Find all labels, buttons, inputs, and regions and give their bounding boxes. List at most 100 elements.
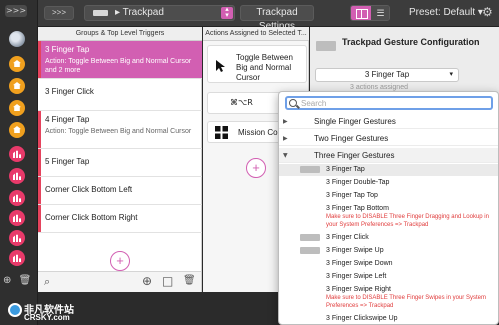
triggers-column-header: Groups & Top Level Triggers xyxy=(38,27,202,41)
gesture-popover: ▶ Single Finger Gestures ▶ Two Finger Ge… xyxy=(278,91,499,325)
add-trigger-button[interactable]: + xyxy=(110,251,130,271)
group-three-finger[interactable]: ▼ Three Finger Gestures xyxy=(279,148,498,163)
disclosure-right-icon: ▶ xyxy=(283,135,288,142)
home-icon[interactable] xyxy=(9,56,25,72)
trigger-color-bar xyxy=(38,149,41,176)
gesture-item[interactable]: 3 Finger Tap Bottom Make sure to DISABLE… xyxy=(279,203,498,231)
watermark: 非凡软件站 CRSKY.com xyxy=(6,299,96,325)
action-item[interactable]: Toggle Between Big and Normal Cursor xyxy=(207,45,307,83)
gesture-warning: Make sure to DISABLE Three Finger Swipes… xyxy=(326,295,486,309)
trigger-row[interactable]: 3 Finger Click xyxy=(38,79,202,111)
gesture-item[interactable]: 3 Finger Tap Top xyxy=(279,190,498,202)
gesture-item[interactable]: 3 Finger Double-Tap xyxy=(279,177,498,189)
watermark-logo xyxy=(8,303,22,317)
trackpad-icon xyxy=(300,234,320,241)
action-label: ⌘⌥R xyxy=(230,98,253,107)
cursor-icon xyxy=(216,60,225,72)
action-label: Toggle Between Big and Normal Cursor xyxy=(236,53,293,82)
chart-icon[interactable] xyxy=(9,250,25,266)
folder-icon[interactable]: □ xyxy=(162,274,173,288)
gesture-label: 3 Finger Double-Tap xyxy=(326,179,390,186)
globe-icon[interactable] xyxy=(9,31,25,47)
select-arrows-icon: ▴ ▾ xyxy=(221,6,233,19)
group-label: Single Finger Gestures xyxy=(314,117,396,126)
triggers-list: 3 Finger Tap Action: Toggle Between Big … xyxy=(38,41,202,271)
gesture-item[interactable]: 3 Finger Clickswipe Up xyxy=(279,313,498,324)
chart-icon[interactable] xyxy=(9,230,25,246)
trash-icon[interactable]: 🗑 xyxy=(19,275,32,286)
group-label: Two Finger Gestures xyxy=(314,134,389,143)
column-view-icon[interactable] xyxy=(351,6,371,20)
gesture-label: 3 Finger Swipe Right xyxy=(326,286,391,293)
watermark-line2: CRSKY.com xyxy=(24,313,70,322)
gesture-label: 3 Finger Tap Top xyxy=(326,192,378,199)
trigger-title: Corner Click Bottom Right xyxy=(45,213,138,222)
chart-icon[interactable] xyxy=(9,190,25,206)
trigger-title: 3 Finger Click xyxy=(45,87,94,96)
trigger-row[interactable]: Corner Click Bottom Left xyxy=(38,177,202,205)
search-icon xyxy=(289,99,297,107)
gesture-label: 3 Finger Swipe Down xyxy=(326,260,393,267)
chart-icon[interactable] xyxy=(9,146,25,162)
config-title: Trackpad Gesture Configuration xyxy=(342,37,480,47)
gesture-item[interactable]: 3 Finger Swipe Right Make sure to DISABL… xyxy=(279,284,498,312)
toolbar: >>> ▸ Trackpad ▴▾ Trackpad Settings ☰ Pr… xyxy=(38,0,499,32)
trash-icon[interactable]: 🗑 xyxy=(183,275,196,286)
trackpad-icon xyxy=(316,41,336,51)
gesture-label: 3 Finger Swipe Left xyxy=(326,273,387,280)
chart-icon[interactable] xyxy=(9,168,25,184)
view-toggle[interactable]: ☰ xyxy=(350,5,390,21)
home-icon[interactable] xyxy=(9,78,25,94)
add-group-icon[interactable]: ⊕ xyxy=(142,274,152,288)
actions-hint: 3 actions assigned xyxy=(350,84,408,91)
gesture-label: 3 Finger Tap xyxy=(326,166,365,173)
gesture-item[interactable]: 3 Finger Swipe Down xyxy=(279,258,498,270)
trigger-color-bar xyxy=(38,41,41,78)
group-label: Three Finger Gestures xyxy=(314,151,395,160)
gesture-item[interactable]: 3 Finger Swipe Up xyxy=(279,245,498,257)
collapse-button[interactable]: >>> xyxy=(44,6,74,20)
trigger-color-bar xyxy=(38,111,41,148)
trigger-title: 5 Finger Tap xyxy=(45,157,90,166)
home-icon[interactable] xyxy=(9,122,25,138)
gesture-item[interactable]: 3 Finger Tap xyxy=(279,164,498,176)
gesture-item[interactable]: 3 Finger Click xyxy=(279,232,498,244)
trigger-row[interactable]: 4 Finger Tap Action: Toggle Between Big … xyxy=(38,111,202,149)
device-select-label: ▸ Trackpad xyxy=(115,7,164,18)
add-action-button[interactable]: + xyxy=(246,158,266,178)
gesture-label: 3 Finger Clickswipe Up xyxy=(326,315,398,322)
device-select[interactable]: ▸ Trackpad ▴ ▾ xyxy=(84,5,235,21)
trackpad-settings-button[interactable]: Trackpad Settings xyxy=(240,5,314,32)
home-icon[interactable] xyxy=(9,100,25,116)
app-sidebar-footer: ⊕ 🗑 xyxy=(3,275,31,286)
gesture-select-label: 3 Finger Tap xyxy=(364,70,410,79)
search-icon[interactable]: ⌕ xyxy=(44,275,50,289)
trackpad-icon xyxy=(300,166,320,173)
preset-select[interactable]: Preset: Default ▾ xyxy=(409,7,483,18)
group-two-finger[interactable]: ▶ Two Finger Gestures xyxy=(279,131,498,146)
add-app-icon[interactable]: ⊕ xyxy=(3,275,11,286)
trigger-title: 4 Finger Tap xyxy=(45,115,90,124)
btt-window: >>> ⊕ 🗑 >>> ▸ Trackpad ▴▾ Trackpad Setti… xyxy=(0,0,499,325)
group-single-finger[interactable]: ▶ Single Finger Gestures xyxy=(279,114,498,129)
gear-icon[interactable]: ⚙ xyxy=(482,5,493,19)
actions-column-header: Actions Assigned to Selected T... xyxy=(203,27,309,41)
disclosure-down-icon: ▼ xyxy=(283,152,288,159)
trigger-row[interactable]: 3 Finger Tap Action: Toggle Between Big … xyxy=(38,41,202,79)
gesture-label: 3 Finger Tap Bottom xyxy=(326,205,389,212)
triggers-footer: ⌕ ⊕ □ 🗑 xyxy=(38,271,202,292)
gesture-label: 3 Finger Swipe Up xyxy=(326,247,384,254)
trigger-color-bar xyxy=(38,205,41,232)
gesture-select[interactable]: 3 Finger Tap ▾ xyxy=(315,68,459,82)
chart-icon[interactable] xyxy=(9,210,25,226)
trigger-subtitle: Action: Toggle Between Big and Normal Cu… xyxy=(45,128,192,135)
list-view-icon[interactable]: ☰ xyxy=(371,6,389,20)
search-field[interactable] xyxy=(285,96,493,110)
trigger-row[interactable]: 5 Finger Tap xyxy=(38,149,202,177)
gesture-item[interactable]: 3 Finger Swipe Left xyxy=(279,271,498,283)
search-input[interactable] xyxy=(301,98,489,108)
expand-button[interactable]: >>> xyxy=(5,5,27,17)
trigger-row[interactable]: Corner Click Bottom Right xyxy=(38,205,202,233)
gesture-warning: Make sure to DISABLE Three Finger Draggi… xyxy=(326,214,489,228)
chevron-down-icon: ▾ xyxy=(449,71,453,78)
